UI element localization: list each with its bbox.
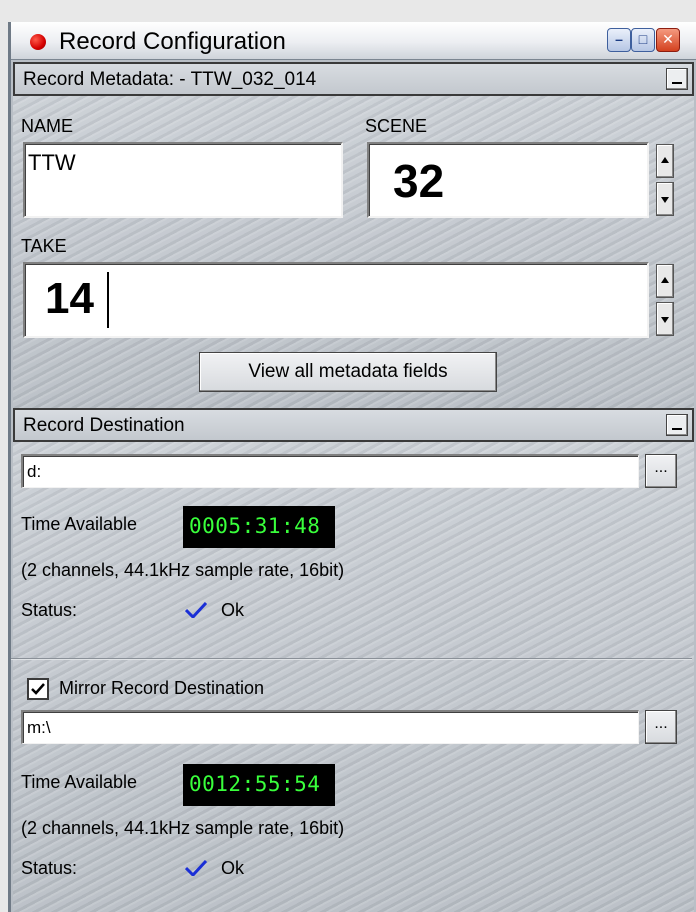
metadata-panel: NAME TTW SCENE 32 TAKE 14 View all metad…: [13, 96, 694, 408]
destination-path-input[interactable]: d:: [21, 454, 639, 488]
section-divider: [11, 658, 692, 660]
take-field[interactable]: 14: [23, 262, 649, 338]
name-value: TTW: [28, 150, 76, 175]
mirror-format-info: (2 channels, 44.1kHz sample rate, 16bit): [21, 818, 345, 838]
take-decrement-button[interactable]: [656, 302, 674, 336]
destination-status-value: Ok: [221, 600, 245, 620]
take-label: TAKE: [21, 236, 67, 256]
checkbox-check-icon: [31, 683, 45, 695]
name-field[interactable]: TTW: [23, 142, 343, 218]
mirror-browse-button[interactable]: ...: [645, 710, 677, 744]
record-dot-icon: [30, 34, 46, 50]
scene-increment-button[interactable]: [656, 144, 674, 178]
scene-field[interactable]: 32: [367, 142, 649, 218]
mirror-time-available-label: Time Available: [21, 772, 138, 792]
chevron-up-icon: [661, 157, 669, 163]
mirror-checkbox[interactable]: [27, 678, 49, 700]
window-title: Record Configuration: [59, 28, 286, 55]
destination-panel: d: ... Time Available 0005:31:48 (2 chan…: [11, 442, 694, 912]
title-bar[interactable]: Record Configuration – □ ✕: [11, 22, 696, 60]
checkmark-icon: [185, 602, 207, 618]
record-metadata-title: Record Metadata: - TTW_032_014: [23, 69, 317, 90]
mirror-time-display: 0012:55:54: [183, 764, 335, 806]
record-destination-title: Record Destination: [23, 415, 185, 436]
destination-time-display: 0005:31:48: [183, 506, 335, 548]
destination-format-info: (2 channels, 44.1kHz sample rate, 16bit): [21, 560, 345, 580]
minimize-button[interactable]: –: [607, 28, 631, 52]
take-value: 14: [45, 274, 94, 323]
mirror-path-input[interactable]: m:\: [21, 710, 639, 744]
maximize-button[interactable]: □: [631, 28, 655, 52]
scene-label: SCENE: [365, 116, 428, 136]
destination-status-label: Status:: [21, 600, 78, 620]
time-available-label: Time Available: [21, 514, 138, 534]
checkmark-icon: [185, 860, 207, 876]
record-configuration-window: Record Configuration – □ ✕ Record Metada…: [8, 22, 696, 912]
mirror-status-label: Status:: [21, 858, 78, 878]
view-all-metadata-button[interactable]: View all metadata fields: [199, 352, 497, 392]
scene-decrement-button[interactable]: [656, 182, 674, 216]
collapse-metadata-button[interactable]: [666, 68, 688, 90]
close-button[interactable]: ✕: [656, 28, 680, 52]
destination-browse-button[interactable]: ...: [645, 454, 677, 488]
record-metadata-header: Record Metadata: - TTW_032_014: [13, 62, 694, 96]
mirror-checkbox-label[interactable]: Mirror Record Destination: [59, 678, 264, 699]
record-destination-header: Record Destination: [13, 408, 694, 442]
scene-value: 32: [393, 155, 445, 207]
take-increment-button[interactable]: [656, 264, 674, 298]
text-cursor: [107, 272, 109, 328]
collapse-destination-button[interactable]: [666, 414, 688, 436]
mirror-status-value: Ok: [221, 858, 245, 878]
chevron-up-icon: [661, 277, 669, 283]
chevron-down-icon: [661, 197, 669, 203]
name-label: NAME: [21, 116, 74, 136]
chevron-down-icon: [661, 317, 669, 323]
